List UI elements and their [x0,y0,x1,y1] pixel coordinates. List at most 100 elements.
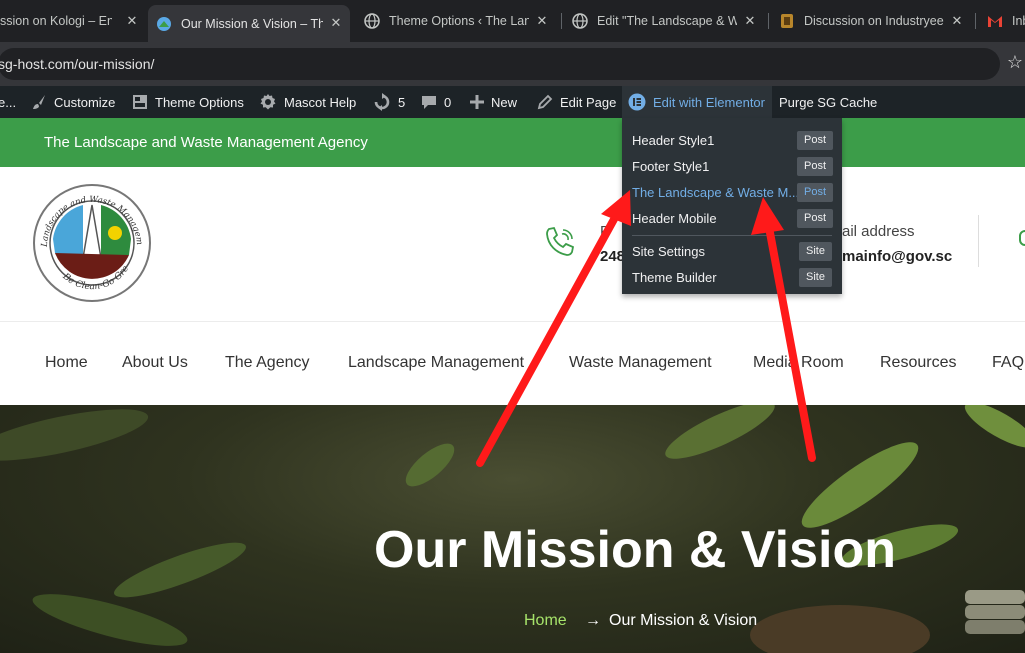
theme-favicon-icon [779,13,795,29]
tab-title: Inb [1012,14,1025,28]
admin-customize-label: Customize [54,94,116,110]
nav-faq[interactable]: FAQ [992,354,1024,372]
admin-edit-with-elementor[interactable]: Edit with Elementor [622,86,772,118]
clock-icon [1019,230,1025,246]
tab-title: Our Mission & Vision – Th [181,16,323,31]
email-value[interactable]: mainfo@gov.sc [842,248,952,265]
admin-new[interactable]: New [470,86,517,118]
dropdown-item-label: The Landscape & Waste M... [632,185,800,200]
close-icon[interactable]: ✕ [742,13,758,29]
phone-icon [543,225,577,264]
globe-icon [364,13,380,29]
post-badge: Post [797,131,833,150]
tab-title: Edit "The Landscape & Wa [597,14,737,28]
dropdown-item-header-mobile[interactable]: Header Mobile Post [632,209,833,229]
agency-logo[interactable]: Landscape and Waste Management Agency Be… [27,176,153,303]
nav-waste-management[interactable]: Waste Management [569,354,712,372]
admin-edit-page[interactable]: Edit Page [537,86,616,118]
post-badge: Post [797,157,833,176]
elementor-icon [628,93,646,111]
url-field[interactable]: sg-host.com/our-mission/ [0,48,1000,80]
tab-edit-landscape[interactable]: Edit "The Landscape & Wa ✕ [572,7,758,35]
post-badge: Post [797,183,833,202]
admin-site-name-label: e... [0,94,17,110]
site-header: Landscape and Waste Management Agency Be… [0,167,1025,322]
bookmark-star-icon[interactable]: ☆ [1007,52,1023,73]
close-icon[interactable]: ✕ [949,13,965,29]
close-icon[interactable]: ✕ [534,13,550,29]
tab-separator [768,13,769,29]
admin-purge-cache-label: Purge SG Cache [779,94,878,110]
admin-theme-options-label: Theme Options [155,94,244,110]
admin-mascot-help-label: Mascot Help [284,94,357,110]
dropdown-item-label: Footer Style1 [632,159,710,174]
email-label: ail address [842,223,915,240]
tab-discussion-kologi[interactable]: ssion on Kologi – Env ✕ [0,7,140,35]
admin-theme-options[interactable]: Theme Options [132,86,244,118]
admin-updates-count: 5 [398,94,406,110]
tab-title: ssion on Kologi – Env [0,14,112,28]
close-icon[interactable]: ✕ [124,13,140,29]
breadcrumb-arrow-icon: → [585,612,601,629]
tab-theme-options[interactable]: Theme Options ‹ The Land ✕ [364,7,550,35]
globe-icon [572,13,588,29]
admin-edit-with-elementor-label: Edit with Elementor [653,94,765,110]
admin-new-label: New [491,94,518,110]
contact-divider [978,215,979,267]
dropdown-item-landscape-waste[interactable]: The Landscape & Waste M... Post [632,183,833,203]
dropdown-item-site-settings[interactable]: Site Settings Site [632,242,832,262]
gmail-icon [987,13,1003,29]
tab-separator [561,13,562,29]
admin-updates[interactable]: 5 [373,86,405,118]
dropdown-item-header-style1[interactable]: Header Style1 Post [632,131,833,151]
admin-comments[interactable]: 0 [421,86,451,118]
breadcrumb-home[interactable]: Home [524,612,567,630]
admin-mascot-help[interactable]: Mascot Help [259,86,356,118]
nav-landscape-management[interactable]: Landscape Management [348,354,524,372]
main-nav: Home About Us The Agency Landscape Manag… [0,322,1025,405]
site-badge: Site [799,268,832,287]
admin-edit-page-label: Edit Page [560,94,617,110]
refresh-icon [373,93,391,111]
nav-the-agency[interactable]: The Agency [225,354,310,372]
admin-customize[interactable]: Customize [30,86,115,118]
tab-gmail[interactable]: Inb [987,7,1025,35]
tab-separator [975,13,976,29]
gear-icon [259,93,277,111]
phone-label: P [600,223,611,240]
dropdown-item-label: Header Style1 [632,133,715,148]
tab-title: Theme Options ‹ The Land [389,14,529,28]
admin-comments-count: 0 [444,94,452,110]
nav-about-us[interactable]: About Us [122,354,188,372]
breadcrumb-current: Our Mission & Vision [609,612,758,629]
nav-resources[interactable]: Resources [880,354,956,372]
dropdown-item-theme-builder[interactable]: Theme Builder Site [632,268,832,288]
top-info-bar: The Landscape and Waste Management Agenc… [0,118,1025,167]
admin-purge-cache[interactable]: Purge SG Cache [779,86,877,118]
layout-icon [132,94,148,110]
admin-site-name[interactable]: e... [0,86,16,118]
pencil-icon [537,94,553,110]
dropdown-divider [632,235,832,236]
comment-icon [421,94,437,110]
dropdown-item-footer-style1[interactable]: Footer Style1 Post [632,157,833,177]
agency-name: The Landscape and Waste Management Agenc… [44,134,368,151]
post-badge: Post [797,209,833,228]
tab-discussion-industryee[interactable]: Discussion on Industryee ✕ [779,7,965,35]
address-bar: sg-host.com/our-mission/ [0,42,1025,86]
site-favicon-icon [156,16,172,32]
browser-tab-bar: ssion on Kologi – Env ✕ Our Mission & Vi… [0,0,1025,42]
tab-title: Discussion on Industryee [804,14,944,28]
page-title: Our Mission & Vision [374,521,897,579]
page-hero: Our Mission & Vision Home → Our Mission … [0,405,1025,653]
nav-media-room[interactable]: Media Room [753,354,844,372]
screen: ssion on Kologi – Env ✕ Our Mission & Vi… [0,0,1025,653]
wp-admin-bar: e... Customize Theme Options Mascot Help… [0,86,1025,118]
tab-our-mission[interactable]: Our Mission & Vision – Th ✕ [148,5,350,42]
close-icon[interactable]: ✕ [328,15,344,31]
dropdown-item-label: Header Mobile [632,211,717,226]
url-text: sg-host.com/our-mission/ [0,56,155,72]
plus-icon [470,95,484,109]
nav-home[interactable]: Home [45,354,88,372]
elementor-dropdown-menu: Header Style1 Post Footer Style1 Post Th… [622,118,842,294]
